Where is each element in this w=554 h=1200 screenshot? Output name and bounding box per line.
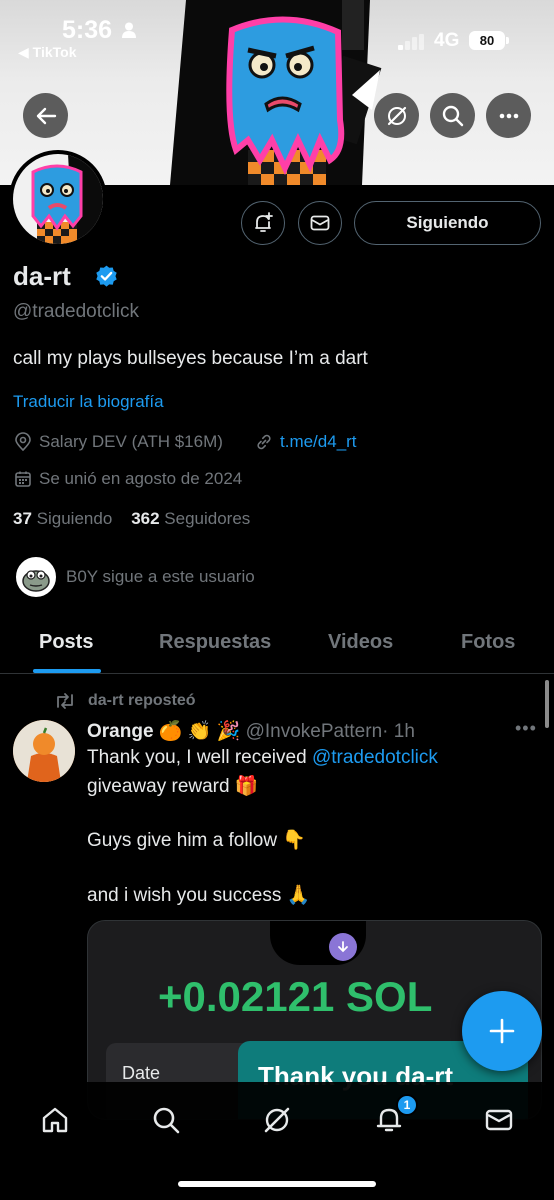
post-text-1: Thank you, I well received (87, 747, 312, 768)
pepe-avatar-image (18, 559, 54, 595)
post-text-line-3: Guys give him a follow 👇 (87, 830, 307, 851)
nav-messages[interactable] (479, 1100, 519, 1140)
profile-handle: @tradedotclick (13, 301, 139, 322)
location-pin-icon (15, 432, 31, 452)
tab-posts[interactable]: Posts (39, 631, 93, 654)
grok-icon (387, 106, 406, 125)
media-amount: +0.02121 SOL (158, 973, 433, 1020)
followers-count: 362 (131, 509, 160, 528)
compose-post-button[interactable] (462, 991, 542, 1071)
following-count: 37 (13, 509, 32, 528)
profile-name: da-rt (13, 261, 71, 291)
followers-stat[interactable]: 362 Seguidores (131, 509, 250, 528)
profile-joined: Se unió en agosto de 2024 (13, 469, 242, 489)
back-button[interactable] (23, 93, 68, 138)
joined-text: Se unió en agosto de 2024 (39, 469, 243, 488)
follower-avatar (16, 557, 56, 597)
verified-badge-icon[interactable] (94, 264, 119, 289)
profile-location: Salary DEV (ATH $16M) (13, 432, 223, 452)
following-label: Siguiendo (36, 509, 113, 528)
profile-tabs: Posts Respuestas Videos Fotos (0, 617, 554, 674)
post-text-line-2: giveaway reward 🎁 (87, 776, 259, 797)
repost-label: da-rt reposteó (88, 692, 196, 709)
status-time: 5:36 (62, 16, 113, 44)
avatar-image (13, 154, 103, 244)
notifications-subscribe-button[interactable] (241, 201, 285, 245)
orange-avatar-image (13, 720, 75, 782)
tab-videos[interactable]: Videos (328, 631, 393, 654)
message-button[interactable] (298, 201, 342, 245)
nav-grok[interactable] (257, 1100, 297, 1140)
following-stat[interactable]: 37 Siguiendo (13, 509, 112, 528)
location-text: Salary DEV (ATH $16M) (39, 432, 223, 451)
link-text[interactable]: t.me/d4_rt (280, 432, 357, 452)
battery-tip (506, 37, 509, 44)
translate-bio-link[interactable]: Traducir la biografía (13, 392, 164, 412)
search-icon (442, 105, 463, 126)
download-icon (329, 933, 357, 961)
tab-replies[interactable]: Respuestas (159, 631, 271, 654)
post-author-avatar[interactable] (13, 720, 75, 782)
profile-avatar[interactable] (9, 150, 107, 248)
signal-icon (398, 34, 424, 50)
profile-link[interactable]: t.me/d4_rt (254, 432, 357, 452)
post-text-line-4: and i wish you success 🙏 (87, 885, 311, 906)
grok-icon (264, 1107, 290, 1133)
post-header: Orange 🍊 👏 🎉 @InvokePattern· 1h (87, 719, 415, 743)
more-horizontal-icon (499, 113, 518, 118)
post-author-name[interactable]: Orange 🍊 👏 🎉 (87, 721, 240, 742)
mail-icon (310, 215, 330, 231)
followers-label: Seguidores (164, 509, 251, 528)
bell-plus-icon (255, 212, 273, 232)
nav-home[interactable] (35, 1100, 75, 1140)
post-author-handle[interactable]: @InvokePattern (246, 721, 383, 742)
media-date-label: Date (122, 1063, 161, 1083)
mail-icon (485, 1109, 513, 1131)
more-options-button[interactable] (486, 93, 531, 138)
profile-bio: call my plays bullseyes because I’m a da… (13, 348, 368, 369)
repost-icon (57, 693, 73, 709)
link-icon (257, 434, 271, 450)
arrow-left-icon (36, 107, 56, 124)
plus-icon (489, 1018, 515, 1044)
search-icon (153, 1107, 180, 1134)
home-icon (42, 1107, 68, 1133)
calendar-icon (15, 471, 31, 487)
tab-photos[interactable]: Fotos (461, 631, 515, 654)
following-button[interactable]: Siguiendo (354, 201, 541, 245)
notifications-badge: 1 (396, 1094, 418, 1116)
followed-by-text: B0Y sigue a este usuario (66, 567, 255, 586)
post-time: · 1h (382, 721, 415, 742)
person-icon (122, 22, 136, 38)
post-text-line-1: Thank you, I well received @tradedotclic… (87, 747, 438, 769)
back-to-app-link[interactable]: ◀ TikTok (18, 44, 76, 61)
status-bar: 5:36 ◀ TikTok 4G 80 (0, 0, 554, 70)
nav-search[interactable] (146, 1100, 186, 1140)
post-more-button[interactable]: ••• (515, 718, 537, 739)
active-tab-indicator (33, 669, 101, 673)
home-indicator[interactable] (178, 1181, 376, 1187)
post-mention[interactable]: @tradedotclick (312, 747, 438, 768)
follow-stats: 37 Siguiendo 362 Seguidores (13, 509, 250, 529)
scrollbar[interactable] (545, 680, 549, 728)
followed-by-row[interactable]: B0Y sigue a este usuario (16, 557, 255, 597)
network-type: 4G (434, 30, 460, 51)
battery-icon: 80 (469, 31, 505, 50)
repost-header: da-rt reposteó (54, 692, 196, 710)
grok-button[interactable] (374, 93, 419, 138)
search-button[interactable] (430, 93, 475, 138)
